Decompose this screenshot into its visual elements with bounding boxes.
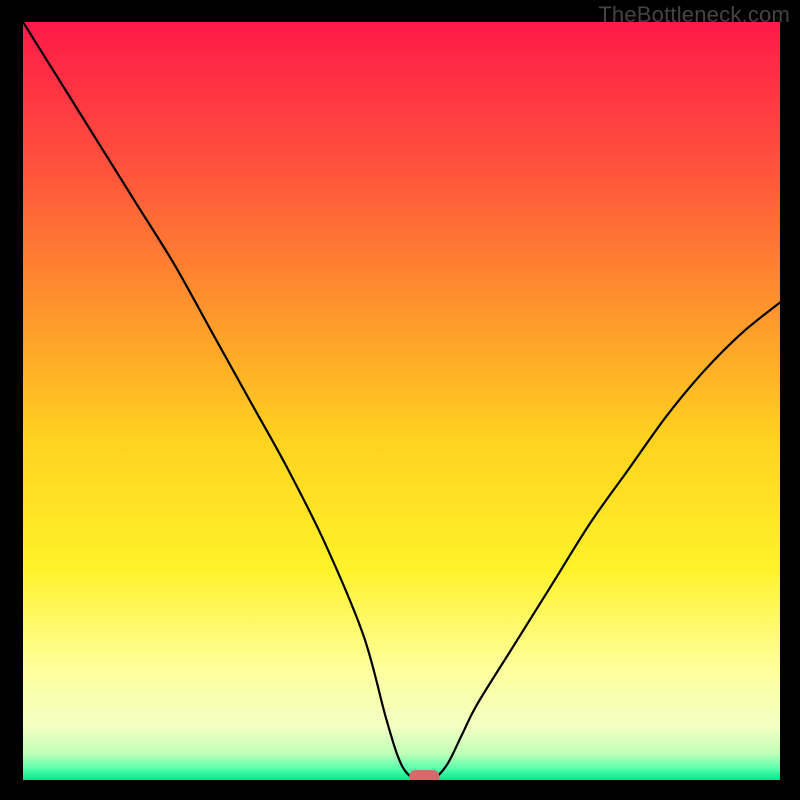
gradient-background bbox=[23, 22, 780, 780]
plot-area bbox=[23, 22, 780, 780]
chart-frame: TheBottleneck.com bbox=[0, 0, 800, 800]
optimum-marker bbox=[409, 770, 439, 780]
chart-svg bbox=[23, 22, 780, 780]
